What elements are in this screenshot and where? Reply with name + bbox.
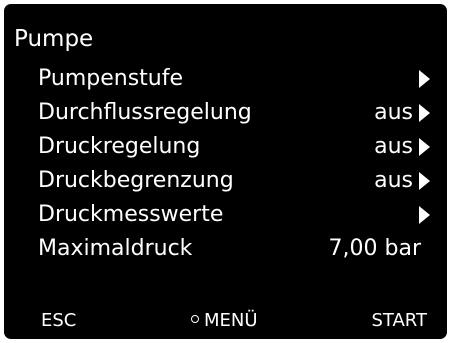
menu-item-durchflussregelung[interactable]: Durchflussregelung aus — [4, 96, 447, 130]
menu-item-label: Druckregelung — [38, 134, 201, 159]
menu-item-value: aus — [374, 134, 413, 159]
menu-item-value: aus — [374, 168, 413, 193]
circle-icon — [191, 315, 199, 323]
menu-item-label: Maximaldruck — [38, 236, 193, 261]
start-softkey[interactable]: START — [371, 310, 427, 332]
menu-item-label: Durchflussregelung — [38, 100, 252, 125]
menu-item-druckbegrenzung[interactable]: Druckbegrenzung aus — [4, 164, 447, 198]
menu-softkey-label: MENÜ — [204, 310, 258, 331]
menu-item-pumpenstufe[interactable]: Pumpenstufe — [4, 62, 447, 96]
chevron-right-icon — [419, 172, 430, 190]
device-screen: Pumpe Pumpenstufe Durchflussregelung aus… — [4, 4, 447, 339]
menu-item-label: Pumpenstufe — [38, 66, 184, 91]
menu-item-druckregelung[interactable]: Druckregelung aus — [4, 130, 447, 164]
esc-softkey[interactable]: ESC — [41, 310, 76, 332]
menu-item-value: aus — [374, 100, 413, 125]
menu-item-value: 7,00 bar — [328, 236, 421, 261]
chevron-right-icon — [419, 138, 430, 156]
menu-item-label: Druckmesswerte — [38, 202, 224, 227]
menu-softkey[interactable]: MENÜ — [191, 310, 258, 332]
menu-item-maximaldruck[interactable]: Maximaldruck 7,00 bar — [4, 232, 447, 266]
menu-item-druckmesswerte[interactable]: Druckmesswerte — [4, 198, 447, 232]
menu-item-label: Druckbegrenzung — [38, 168, 234, 193]
chevron-right-icon — [419, 70, 430, 88]
screen-title: Pumpe — [14, 26, 94, 52]
chevron-right-icon — [419, 104, 430, 122]
chevron-right-icon — [419, 206, 430, 224]
